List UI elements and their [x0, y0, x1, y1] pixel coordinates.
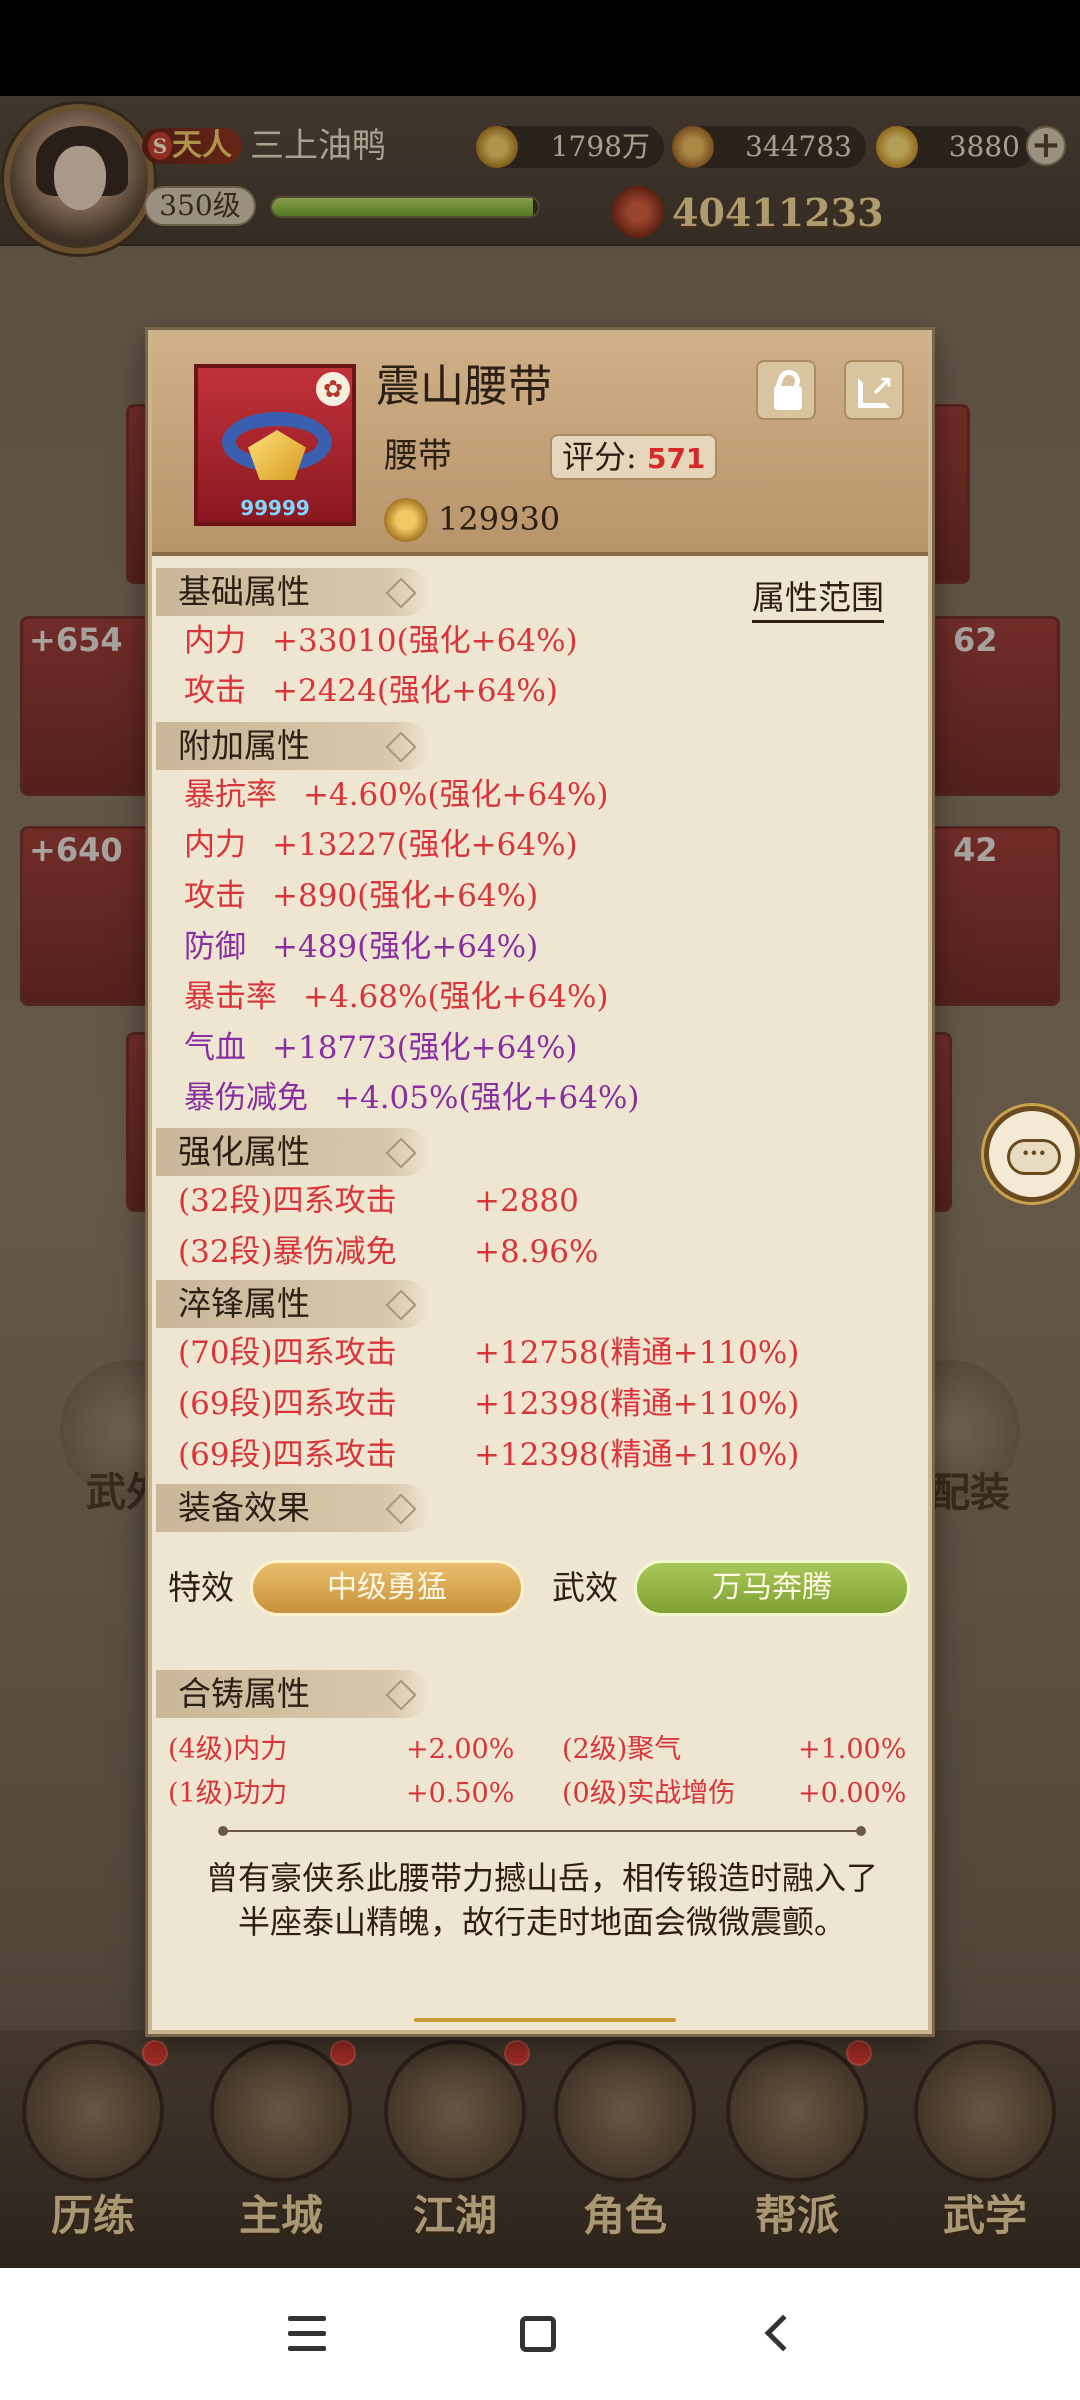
cast-attr-name: (2级)聚气 [562, 1734, 682, 1765]
cast-attr-name: (4级)内力 [168, 1734, 288, 1765]
temper-attr-row: (69段)四系攻击 +12398(精通+110%) [178, 1437, 800, 1473]
section-effect-title: 装备效果 [156, 1484, 430, 1532]
item-attributes: 基础属性 属性范围 内力 +33010(强化+64%) 攻击 +2424(强化+64… [152, 560, 928, 2030]
basic-attr-row: 内力 +33010(强化+64%) [184, 623, 578, 659]
back-icon[interactable] [740, 2298, 820, 2370]
unlock-button[interactable] [756, 360, 816, 420]
section-cast-title: 合铸属性 [156, 1670, 430, 1718]
section-basic-title: 基础属性 [156, 568, 430, 616]
basic-attr-row: 攻击 +2424(强化+64%) [184, 673, 558, 709]
section-enhance-title: 强化属性 [156, 1128, 430, 1176]
extra-attr-row: 暴抗率 +4.60%(强化+64%) [184, 777, 609, 813]
menu-icon[interactable] [266, 2298, 346, 2370]
section-temper-title: 淬锋属性 [156, 1280, 430, 1328]
special-effect-badge[interactable]: 中级勇猛 [250, 1560, 524, 1616]
item-name: 震山腰带 [376, 361, 552, 412]
extra-attr-row: 暴击率 +4.68%(强化+64%) [184, 979, 609, 1015]
cast-attr-value: +2.00% [406, 1734, 515, 1765]
extra-attr-row: 防御 +489(强化+64%) [184, 929, 539, 965]
martial-effect-label: 武效 [552, 1568, 618, 1607]
cast-attr-name: (0级)实战增伤 [562, 1778, 736, 1809]
extra-attr-row: 气血 +18773(强化+64%) [184, 1030, 578, 1066]
item-power: 129930 [438, 500, 561, 538]
item-header: ✿ 99999 震山腰带 腰带 评分: 571 129930 ↗ [152, 334, 928, 556]
extra-attr-row: 内力 +13227(强化+64%) [184, 827, 578, 863]
extra-attr-row: 暴伤减免 +4.05%(强化+64%) [184, 1080, 640, 1116]
item-type: 腰带 [384, 436, 452, 476]
share-button[interactable]: ↗ [844, 360, 904, 420]
martial-effect-badge[interactable]: 万马奔腾 [634, 1560, 910, 1616]
divider [218, 1826, 866, 1836]
chat-icon: ··· [1007, 1139, 1061, 1175]
cast-attr-value: +1.00% [798, 1734, 907, 1765]
section-extra-title: 附加属性 [156, 722, 430, 770]
bottom-accent-line [414, 2018, 676, 2022]
temper-attr-row: (70段)四系攻击 +12758(精通+110%) [178, 1335, 800, 1371]
cast-attr-value: +0.50% [406, 1778, 515, 1809]
enhance-attr-row: (32段)四系攻击 +2880 [178, 1183, 579, 1219]
attr-range-link[interactable]: 属性范围 [752, 576, 884, 623]
power-icon [384, 498, 428, 542]
cast-attr-value: +0.00% [798, 1778, 907, 1809]
item-description: 曾有豪侠系此腰带力撼山岳，相传锻造时融入了半座泰山精魄，故行走时地面会微微震颤。 [205, 1859, 878, 1941]
enhance-attr-row: (32段)暴伤减免 +8.96% [178, 1234, 599, 1270]
flower-icon: ✿ [316, 372, 350, 406]
item-detail-popup: ✿ 99999 震山腰带 腰带 评分: 571 129930 ↗ 基础属性 属性… [148, 330, 932, 2034]
extra-attr-row: 攻击 +890(强化+64%) [184, 878, 539, 914]
status-bar [0, 0, 1080, 96]
chat-button[interactable]: ··· [984, 1106, 1080, 1202]
special-effect-label: 特效 [168, 1568, 234, 1607]
temper-attr-row: (69段)四系攻击 +12398(精通+110%) [178, 1386, 800, 1422]
home-icon[interactable] [500, 2298, 580, 2370]
item-score: 评分: 571 [550, 434, 718, 480]
cast-attr-name: (1级)功力 [168, 1778, 288, 1809]
item-icon: ✿ 99999 [194, 364, 356, 526]
item-stars: 99999 [240, 496, 310, 520]
